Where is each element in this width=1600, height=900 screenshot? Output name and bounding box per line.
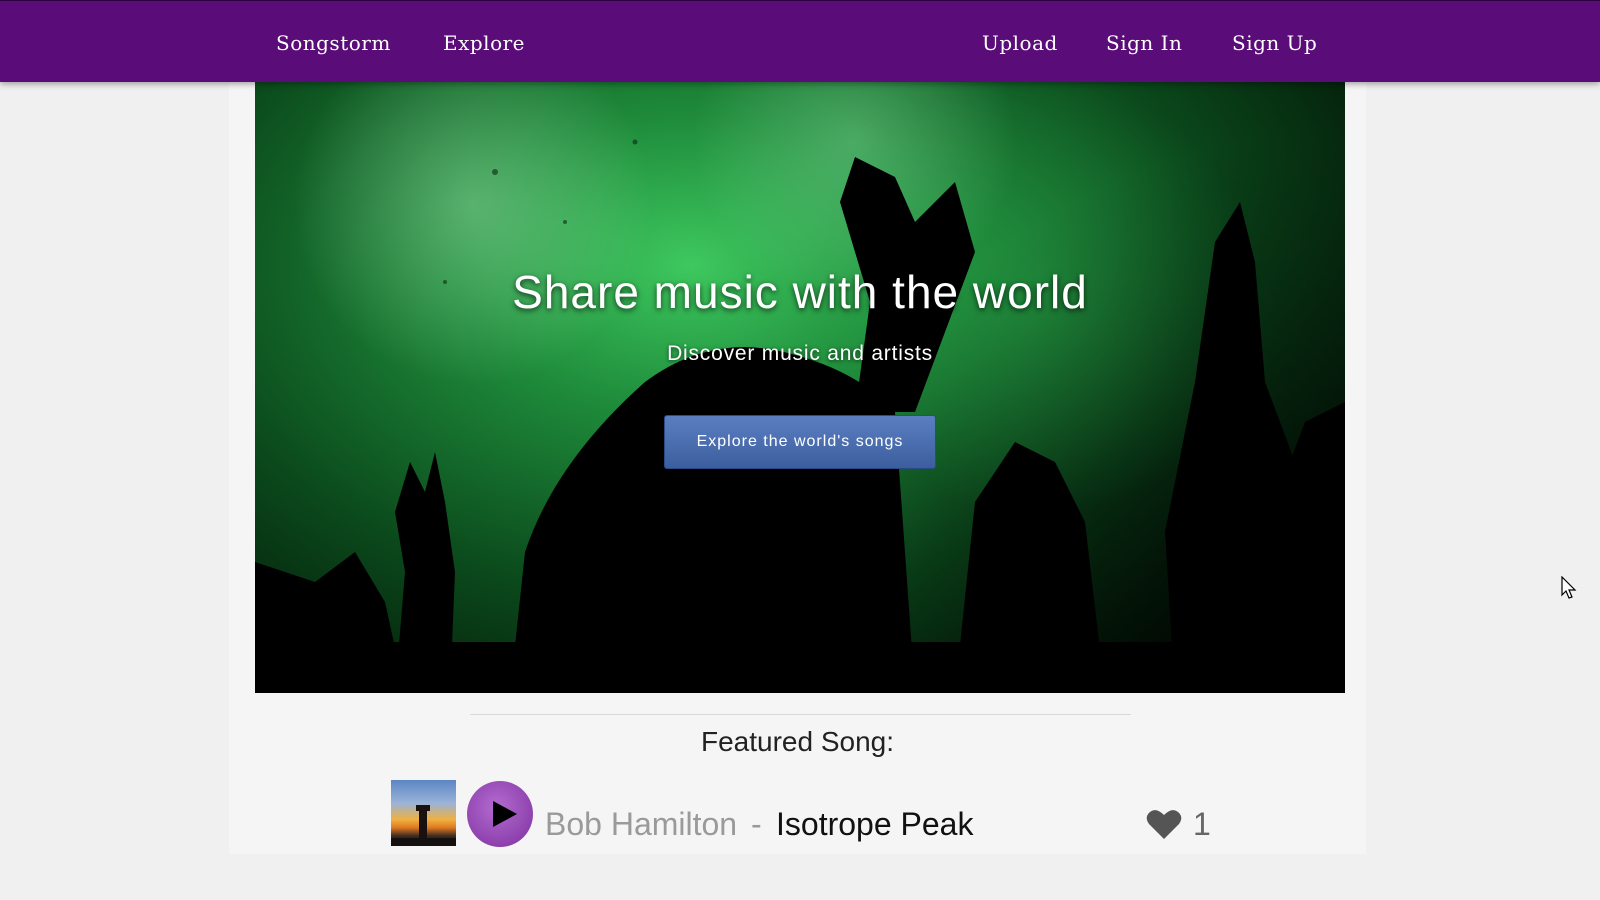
crowd-silhouette-image — [255, 139, 1345, 693]
like-count: 1 — [1193, 806, 1211, 842]
hero-title: Share music with the world — [512, 266, 1088, 318]
album-cover-icon[interactable] — [391, 780, 456, 846]
heart-icon[interactable] — [1146, 808, 1182, 840]
nav-sign-up-link[interactable]: Sign Up — [1232, 31, 1317, 55]
nav-explore-link[interactable]: Explore — [443, 31, 525, 55]
hero-subtitle: Discover music and artists — [667, 342, 933, 365]
artist-title-separator: - — [751, 806, 762, 842]
explore-songs-button[interactable]: Explore the world's songs — [664, 415, 936, 469]
brand-link[interactable]: Songstorm — [276, 31, 391, 55]
featured-heading: Featured Song: — [700, 726, 895, 757]
top-navbar: Songstorm Explore Upload Sign In Sign Up — [0, 0, 1600, 82]
nav-sign-in-link[interactable]: Sign In — [1106, 31, 1182, 55]
nav-upload-link[interactable]: Upload — [982, 31, 1058, 55]
play-icon — [493, 801, 517, 827]
play-button[interactable] — [467, 781, 533, 847]
section-divider — [470, 714, 1131, 715]
mouse-cursor-icon — [1561, 576, 1577, 599]
song-artist[interactable]: Bob Hamilton — [545, 806, 737, 843]
song-title[interactable]: Isotrope Peak — [776, 806, 973, 843]
hero-banner: Share music with the world Discover musi… — [255, 82, 1345, 693]
